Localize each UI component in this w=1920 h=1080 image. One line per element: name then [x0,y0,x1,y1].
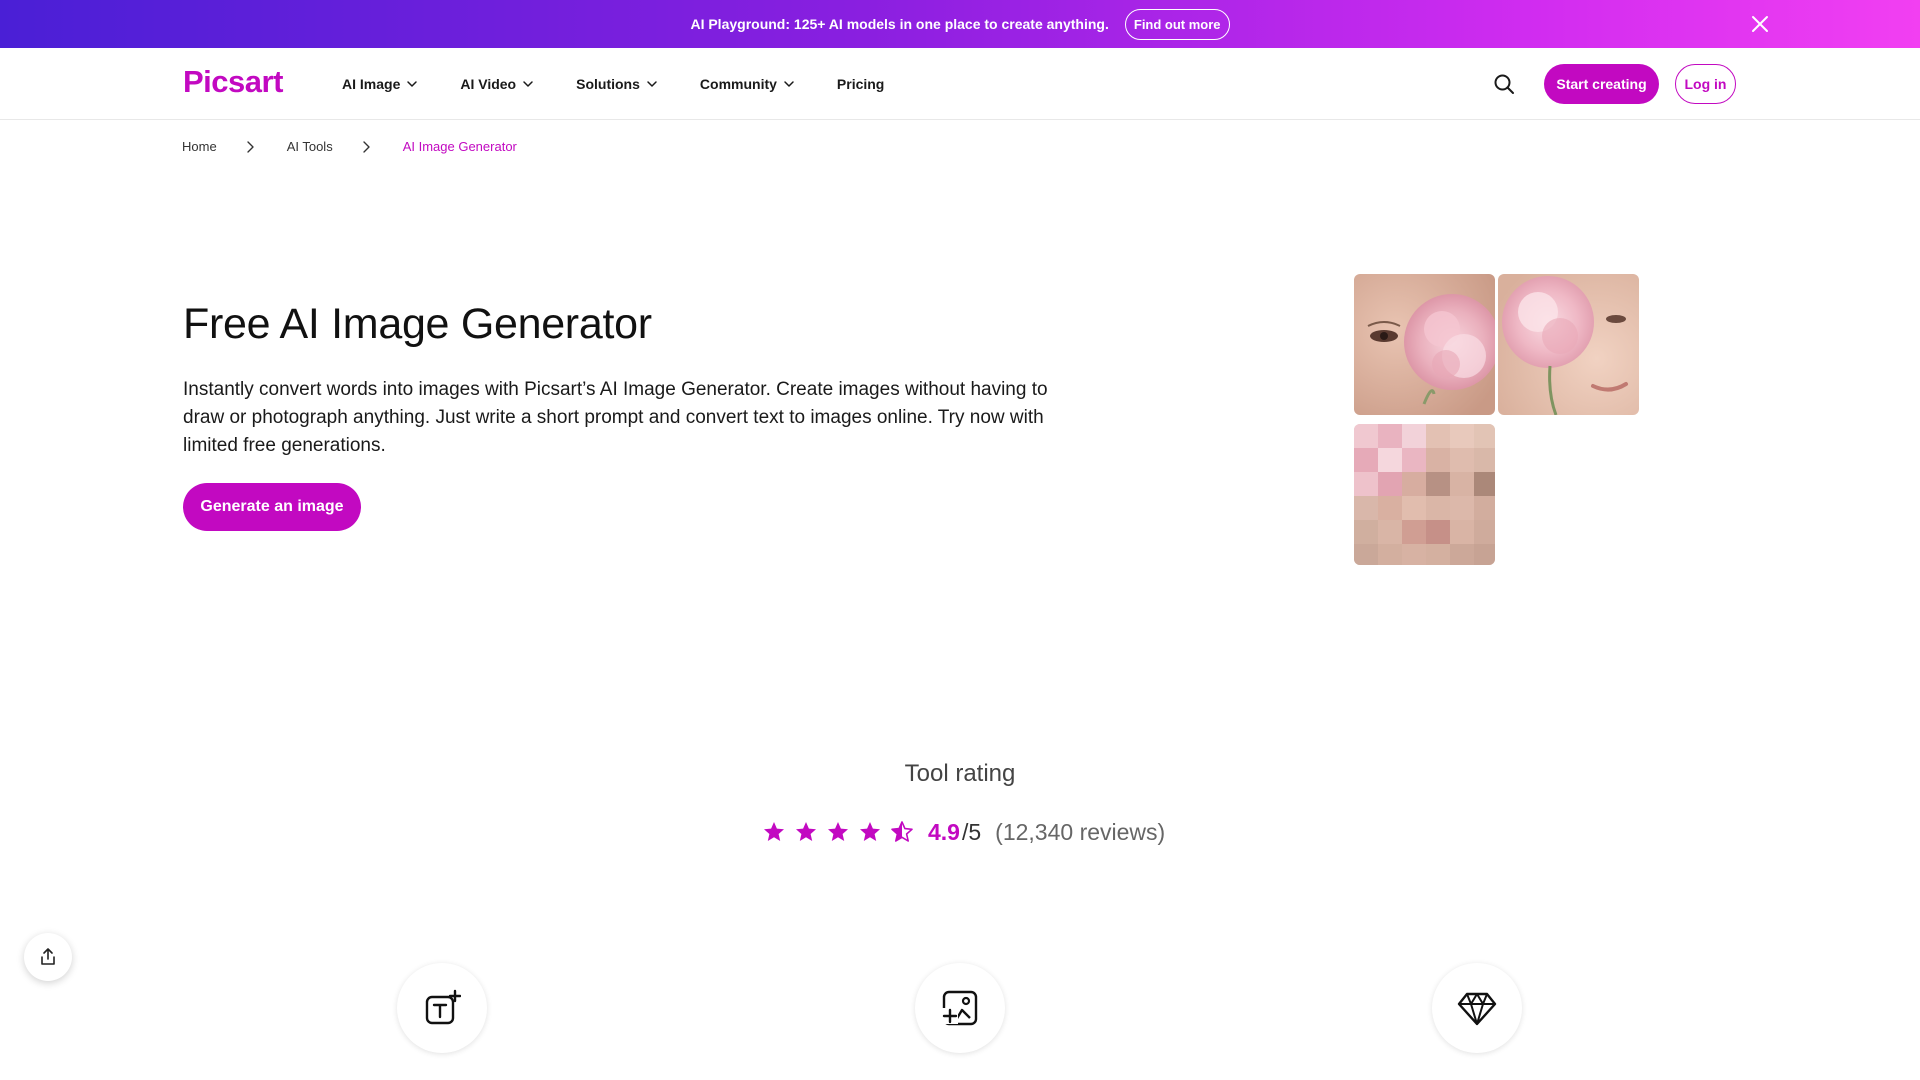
nav-item-pricing[interactable]: Pricing [837,76,884,92]
feature-image-generation [915,963,1005,1053]
page-title: Free AI Image Generator [183,300,652,348]
promo-text: AI Playground: 125+ AI models in one pla… [690,16,1109,32]
star-icon [764,822,784,841]
log-in-button[interactable]: Log in [1675,64,1736,104]
nav-item-solutions[interactable]: Solutions [576,76,658,92]
chevron-down-icon [647,81,657,87]
nav-item-ai-video[interactable]: AI Video [460,76,534,92]
star-icon [860,822,880,841]
rating-scale: /5 [961,818,982,845]
chevron-down-icon [784,81,794,87]
diamond-icon [1457,992,1497,1026]
breadcrumb: Home AI Tools AI Image Generator [182,139,517,154]
breadcrumb-ai-tools[interactable]: AI Tools [287,139,333,154]
hero-image-flower-eye [1354,274,1495,415]
hero-description: Instantly convert words into images with… [183,379,1048,456]
breadcrumb-current[interactable]: AI Image Generator [403,139,517,154]
share-button[interactable] [24,933,72,981]
hero-image-flower-face [1498,274,1639,415]
picsart-logo[interactable]: Picsart [183,64,283,100]
search-icon[interactable] [1492,72,1516,96]
share-icon [41,948,55,965]
nav-item-label: Solutions [576,76,640,92]
half-star-icon [891,821,913,842]
breadcrumb-home[interactable]: Home [182,139,217,154]
review-count: (12,340 reviews) [995,818,1166,845]
nav-item-label: AI Image [342,76,401,92]
nav-item-label: Community [699,76,777,92]
start-creating-button[interactable]: Start creating [1544,64,1659,104]
chevron-down-icon [523,81,533,87]
close-icon[interactable] [1748,12,1772,36]
chevron-down-icon [407,81,418,87]
star-icon [828,822,848,841]
nav-item-label: AI Video [460,76,517,92]
main-navigation: Picsart AI Image AI Video Solutions Comm… [0,48,1920,120]
promo-banner: AI Playground: 125+ AI models in one pla… [0,0,1920,48]
image-plus-icon [942,990,978,1026]
chevron-right-icon [246,140,254,153]
nav-item-community[interactable]: Community [700,76,795,92]
hero-image-pixelated [1354,424,1495,565]
star-icon [796,822,816,841]
text-plus-icon [425,989,461,1025]
generate-image-button[interactable]: Generate an image [183,483,361,531]
nav-menu: AI Image AI Video Solutions Community Pr… [342,48,884,120]
rating-title: Tool rating [904,760,1016,787]
nav-item-label: Pricing [836,76,885,92]
find-out-more-button[interactable]: Find out more [1124,8,1230,40]
chevron-right-icon [363,140,370,153]
rating-row: 4.9 /5 (12,340 reviews) [762,815,1165,849]
feature-premium [1432,963,1522,1053]
rating-score: 4.9 [928,818,960,845]
feature-text-to-image [397,963,487,1053]
nav-item-ai-image[interactable]: AI Image [342,76,418,92]
